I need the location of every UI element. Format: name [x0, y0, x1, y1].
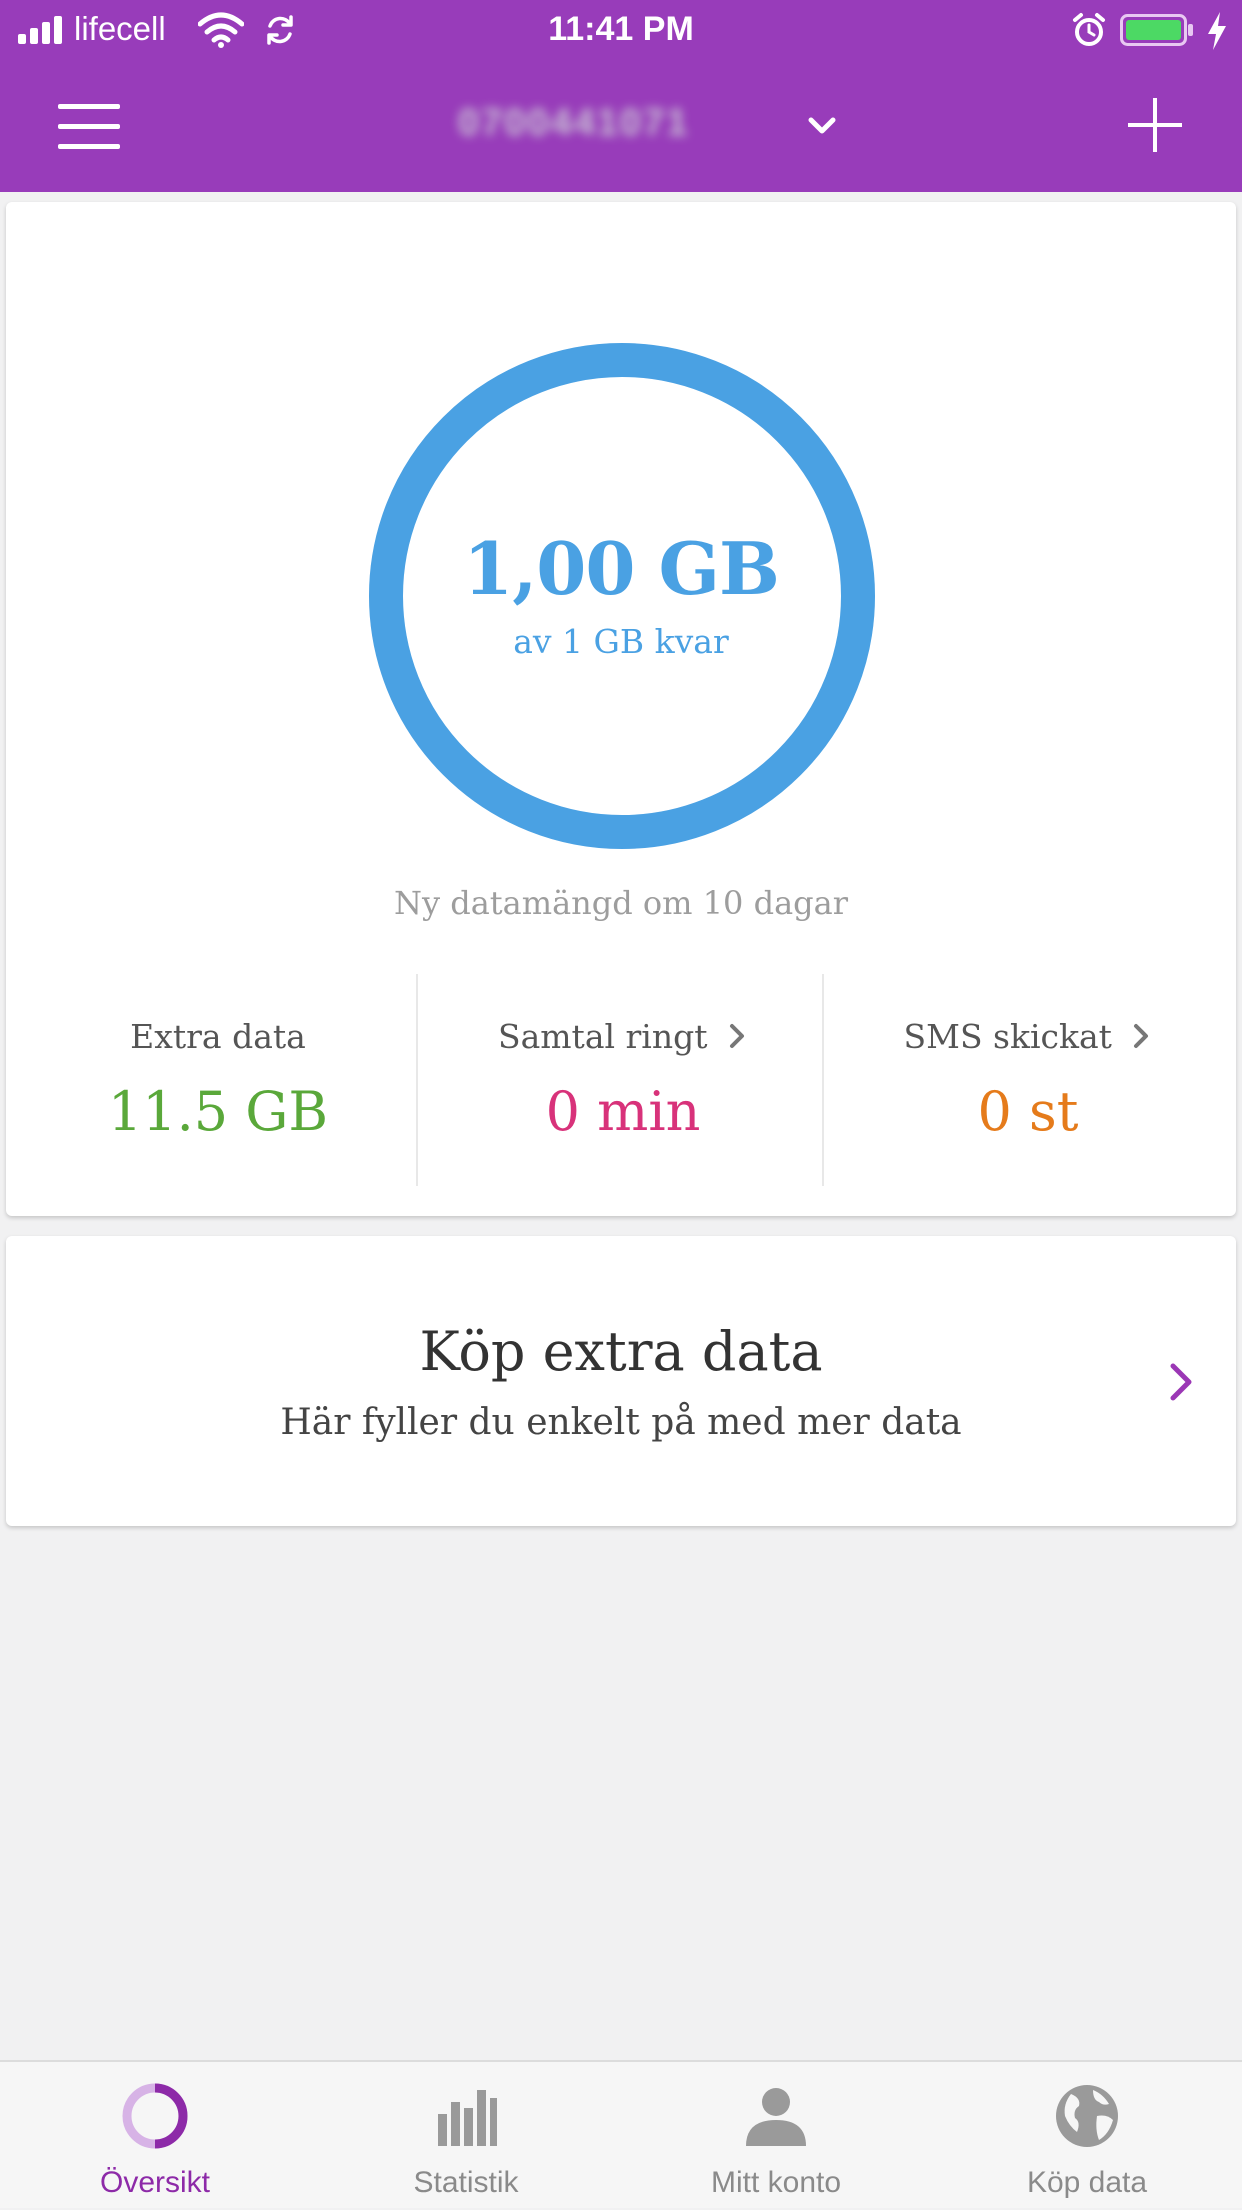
tab-bar: Översikt Statistik Mitt konto Köp data: [0, 2060, 1242, 2208]
account-selector[interactable]: 0700441071: [450, 88, 850, 158]
add-icon[interactable]: [1120, 90, 1190, 160]
app-bar: 0700441071: [0, 60, 1242, 192]
bar-chart-icon: [438, 2090, 497, 2146]
tab-label: Översikt: [99, 2166, 210, 2199]
tab-oversikt[interactable]: Översikt: [0, 2062, 310, 2210]
extra-data-label: Extra data: [130, 1016, 306, 1056]
tab-kop-data[interactable]: Köp data: [932, 2062, 1242, 2210]
overview-ring-icon: [122, 2083, 188, 2149]
renewal-info: Ny datamängd om 10 dagar: [393, 884, 848, 922]
tab-label: Köp data: [1026, 2166, 1148, 2199]
chevron-right-icon: [1170, 1363, 1192, 1401]
charging-icon: [1208, 12, 1226, 50]
divider: [416, 974, 418, 1186]
data-remaining-caption: av 1 GB kvar: [513, 622, 729, 661]
tab-statistik[interactable]: Statistik: [311, 2062, 621, 2210]
buy-extra-data-card[interactable]: Köp extra data Här fyller du enkelt på m…: [6, 1236, 1236, 1526]
globe-icon: [1056, 2085, 1118, 2147]
tab-label: Mitt konto: [710, 2166, 842, 2199]
calls-label: Samtal ringt: [497, 1016, 708, 1056]
chevron-down-icon: [808, 117, 836, 134]
battery-icon: [1120, 14, 1193, 46]
tab-label: Statistik: [413, 2166, 519, 2199]
data-remaining-value: 1,00 GB: [463, 526, 780, 611]
alarm-icon: [1073, 13, 1105, 46]
calls-value: 0 min: [545, 1080, 701, 1143]
tab-mitt-konto[interactable]: Mitt konto: [621, 2062, 931, 2210]
person-icon: [746, 2088, 806, 2146]
extra-data-stat: Extra data 11.5 GB: [16, 966, 420, 1186]
usage-stats: Extra data 11.5 GB Samtal ringt 0 min SM…: [6, 966, 1236, 1186]
buy-extra-data-subtitle: Här fyller du enkelt på med mer data: [280, 1402, 962, 1443]
sms-stat[interactable]: SMS skickat 0 st: [826, 966, 1230, 1186]
status-bar: lifecell 11:41 PM: [0, 0, 1242, 60]
menu-icon[interactable]: [50, 92, 130, 162]
extra-data-value: 11.5 GB: [107, 1080, 329, 1143]
calls-stat[interactable]: Samtal ringt 0 min: [421, 966, 825, 1186]
buy-extra-data-title: Köp extra data: [419, 1320, 823, 1383]
top-bar: lifecell 11:41 PM 0700441071: [0, 0, 1242, 192]
status-time: 11:41 PM: [548, 10, 694, 48]
sms-label: SMS skickat: [903, 1016, 1112, 1056]
chevron-right-icon: [1134, 1024, 1149, 1048]
divider: [822, 974, 824, 1186]
account-name: 0700441071: [458, 102, 690, 144]
sms-value: 0 st: [977, 1080, 1079, 1143]
data-overview-card: 1,00 GB av 1 GB kvar Ny datamängd om 10 …: [6, 202, 1236, 1216]
chevron-right-icon: [730, 1024, 745, 1048]
